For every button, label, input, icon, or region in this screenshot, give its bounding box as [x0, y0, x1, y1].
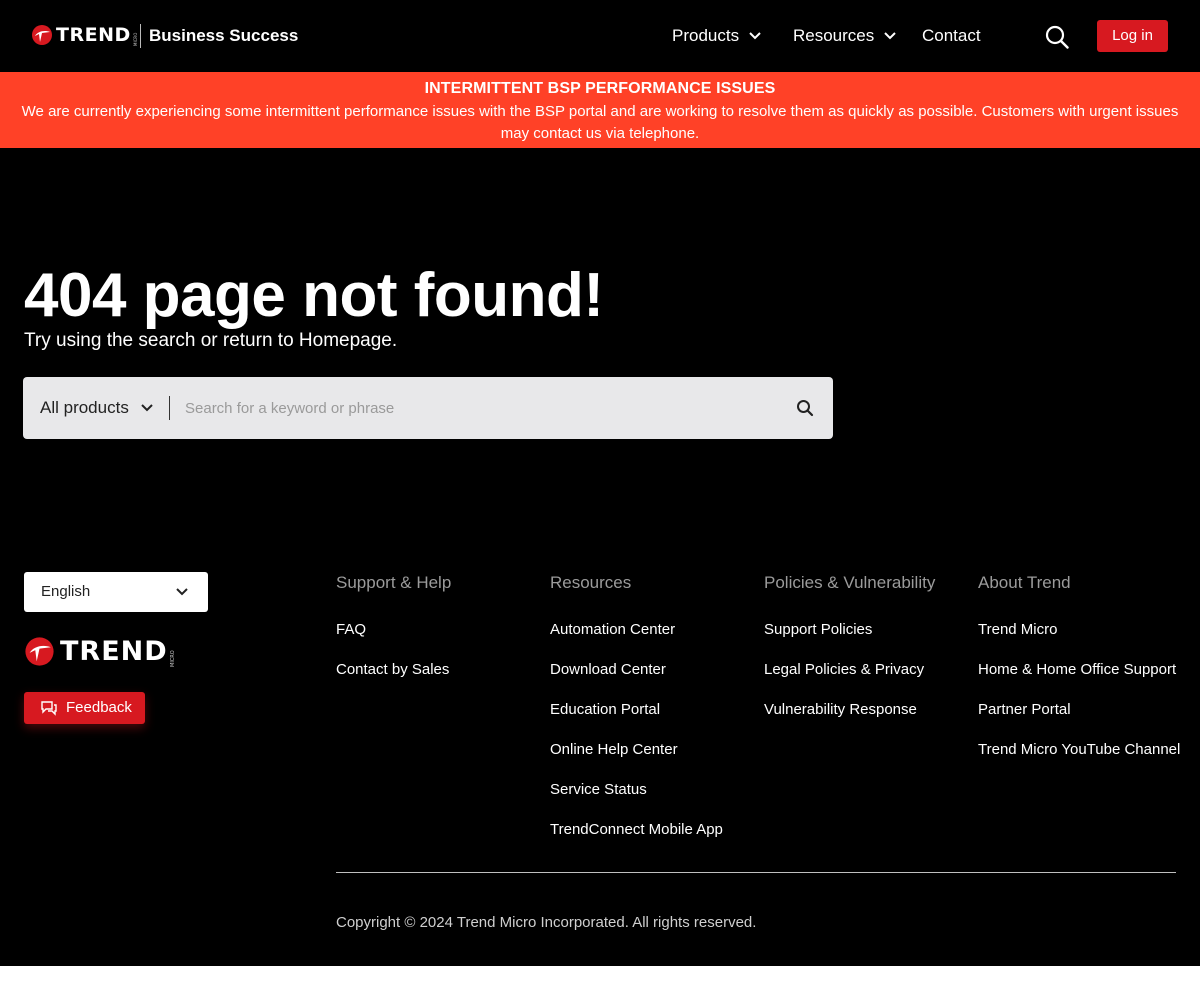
logo-wordmark: TREND [60, 636, 168, 667]
login-button[interactable]: Log in [1097, 20, 1168, 52]
footer-link-trendconnect-app[interactable]: TrendConnect Mobile App [550, 820, 723, 860]
footer-column-about: About Trend Trend Micro Home & Home Offi… [978, 572, 1180, 780]
footer-trend-micro-logo[interactable]: TREND MICRO [24, 636, 176, 667]
trend-micro-logo[interactable]: TREND MICRO [31, 24, 138, 46]
nav-resources[interactable]: Resources [793, 26, 896, 46]
footer-heading: Resources [550, 573, 632, 592]
feedback-button[interactable]: Feedback [24, 692, 145, 724]
footer-link-partner-portal[interactable]: Partner Portal [978, 700, 1180, 740]
logo-micro-text: MICRO [169, 650, 176, 667]
brand-name[interactable]: Business Success [149, 26, 298, 46]
trend-logo-icon [25, 637, 54, 666]
footer-column-support: Support & Help FAQ Contact by Sales [336, 572, 451, 700]
search-icon[interactable] [1045, 25, 1069, 49]
search-submit-icon[interactable] [796, 399, 814, 417]
nav-products-label: Products [672, 26, 740, 45]
brand-divider [140, 24, 141, 48]
footer-link-contact-sales[interactable]: Contact by Sales [336, 660, 451, 700]
footer-divider [336, 872, 1176, 873]
chevron-down-icon [749, 32, 761, 40]
footer-column-resources: Resources Automation Center Download Cen… [550, 572, 723, 860]
logo-wordmark: TREND [56, 24, 131, 46]
language-selector[interactable]: English [24, 572, 208, 612]
footer-link-education-portal[interactable]: Education Portal [550, 700, 723, 740]
chevron-down-icon [176, 588, 188, 596]
chevron-down-icon [884, 32, 896, 40]
alert-title: INTERMITTENT BSP PERFORMANCE ISSUES [424, 80, 776, 97]
nav-contact-label: Contact [922, 26, 981, 45]
page-title: 404 page not found! [24, 261, 604, 330]
footer-link-support-policies[interactable]: Support Policies [764, 620, 935, 660]
footer-heading: Support & Help [336, 573, 452, 592]
language-label: English [41, 583, 91, 600]
footer-heading: Policies & Vulnerability [764, 573, 936, 592]
logo-micro-text: MICRO [132, 32, 138, 46]
page-subtitle: Try using the search or return to Homepa… [24, 330, 398, 351]
product-filter-dropdown[interactable]: All products [40, 397, 153, 419]
alert-banner: INTERMITTENT BSP PERFORMANCE ISSUES We a… [0, 72, 1200, 148]
footer-column-policies: Policies & Vulnerability Support Policie… [764, 572, 935, 740]
trend-logo-icon [32, 25, 52, 45]
copyright-text: Copyright © 2024 Trend Micro Incorporate… [336, 914, 757, 931]
footer-link-vulnerability-response[interactable]: Vulnerability Response [764, 700, 935, 740]
nav-contact[interactable]: Contact [922, 26, 981, 46]
footer-link-download-center[interactable]: Download Center [550, 660, 723, 700]
chevron-down-icon [141, 404, 153, 412]
footer-link-faq[interactable]: FAQ [336, 620, 451, 660]
product-filter-label: All products [40, 398, 129, 417]
search-input[interactable] [185, 395, 785, 421]
footer-link-automation-center[interactable]: Automation Center [550, 620, 723, 660]
search-bar: All products [23, 377, 833, 439]
footer-link-youtube-channel[interactable]: Trend Micro YouTube Channel [978, 740, 1180, 780]
search-divider [169, 396, 170, 420]
footer-link-home-office-support[interactable]: Home & Home Office Support [978, 660, 1180, 700]
site-header: TREND MICRO Business Success Products Re… [0, 0, 1200, 72]
footer-link-legal-privacy[interactable]: Legal Policies & Privacy [764, 660, 935, 700]
footer-link-trend-micro[interactable]: Trend Micro [978, 620, 1180, 660]
nav-products[interactable]: Products [672, 26, 761, 46]
nav-resources-label: Resources [793, 26, 875, 45]
page: TREND MICRO Business Success Products Re… [0, 0, 1200, 966]
feedback-label: Feedback [66, 699, 132, 716]
footer-link-online-help-center[interactable]: Online Help Center [550, 740, 723, 780]
alert-message: We are currently experiencing some inter… [21, 103, 1179, 142]
footer-link-service-status[interactable]: Service Status [550, 780, 723, 820]
feedback-icon [41, 701, 57, 716]
footer-heading: About Trend [978, 573, 1071, 592]
